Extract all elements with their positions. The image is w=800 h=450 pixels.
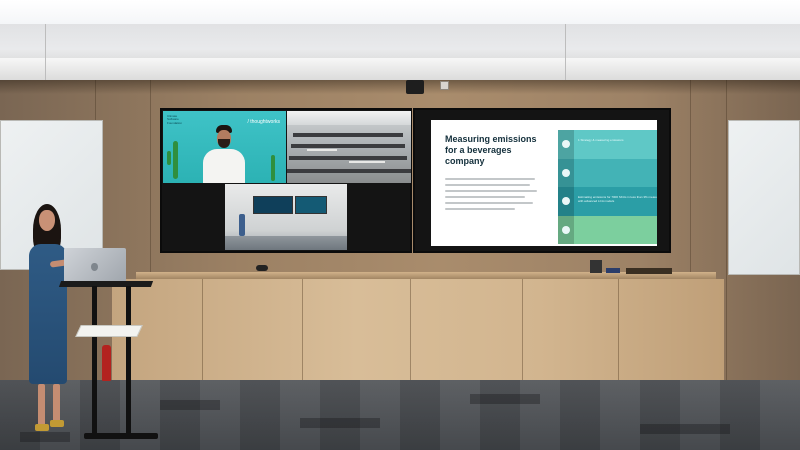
carpet-floor — [0, 380, 800, 450]
slide-step-block: 1 Strategy & measuring emissions — [558, 130, 657, 159]
pen-holder — [590, 260, 602, 273]
wooden-credenza — [112, 279, 724, 385]
podium-pole — [92, 286, 97, 436]
wall-panel — [726, 80, 727, 380]
ceiling — [0, 0, 800, 82]
presenter-shoe — [35, 424, 49, 431]
whiteboard-right — [728, 120, 800, 275]
remote-control — [256, 265, 268, 271]
webcam — [406, 80, 424, 94]
brand-label: / thoughtworks — [247, 119, 280, 125]
cactus-illustration — [271, 155, 275, 181]
slide-title: Measuring emissions for a beverages comp… — [445, 134, 537, 166]
remote-speaker — [203, 125, 245, 183]
slide-step-block: Estimating emissions for 7000 SKUs in le… — [558, 187, 657, 216]
conference-room-photo: Climate Software Foundation / thoughtwor… — [0, 0, 800, 450]
slide-body-text — [445, 178, 540, 214]
slide-step-block — [558, 158, 657, 187]
presentation-screen: Measuring emissions for a beverages comp… — [413, 108, 671, 253]
slide-step-text: 1 Strategy & measuring emissions — [578, 138, 624, 142]
ceiling-seam — [565, 24, 566, 82]
desk-surface — [349, 161, 385, 163]
slide-step-text: Estimating emissions for 7000 SKUs in le… — [578, 195, 657, 203]
podium-pole — [126, 286, 131, 436]
slide-steps-panel: 1 Strategy & measuring emissions Estimati… — [558, 130, 657, 244]
desk-surface — [307, 149, 337, 151]
classroom-video-tile — [287, 111, 411, 183]
fire-extinguisher — [102, 345, 111, 381]
laptop-logo-icon — [91, 263, 98, 271]
slide: Measuring emissions for a beverages comp… — [431, 120, 657, 246]
wall-outlet — [440, 81, 449, 90]
speaker-video-tile: Climate Software Foundation / thoughtwor… — [163, 111, 286, 183]
sponsor-line: Foundation — [167, 120, 183, 125]
desk-row — [289, 156, 407, 160]
presenter — [20, 200, 100, 445]
podium-top — [58, 281, 154, 287]
cactus-illustration — [167, 151, 171, 165]
ceiling-light-lower — [0, 58, 800, 80]
presenter-leg — [53, 384, 60, 424]
check-icon — [558, 215, 574, 244]
chart-icon — [558, 158, 574, 187]
wall-shadow — [0, 80, 800, 94]
video-call-screen: Climate Software Foundation / thoughtwor… — [160, 108, 412, 253]
desk-row — [287, 169, 411, 173]
podium-base — [84, 433, 158, 439]
leaf-icon — [558, 187, 574, 216]
paper-sheet — [75, 325, 143, 337]
cactus-illustration — [173, 141, 178, 179]
slide-step-block — [558, 215, 657, 244]
ceiling-seam — [45, 24, 46, 82]
desk-row — [291, 144, 405, 148]
gear-icon — [558, 130, 574, 159]
presenter-face — [39, 210, 55, 231]
presenter-leg — [38, 384, 45, 426]
room-video-tile — [225, 184, 347, 250]
presenter-shoe — [50, 420, 64, 427]
sponsor-text: Climate Software Foundation — [167, 114, 183, 125]
tray — [626, 268, 672, 274]
desk-row — [293, 133, 403, 137]
device — [606, 268, 620, 273]
ceiling-light — [0, 0, 800, 24]
